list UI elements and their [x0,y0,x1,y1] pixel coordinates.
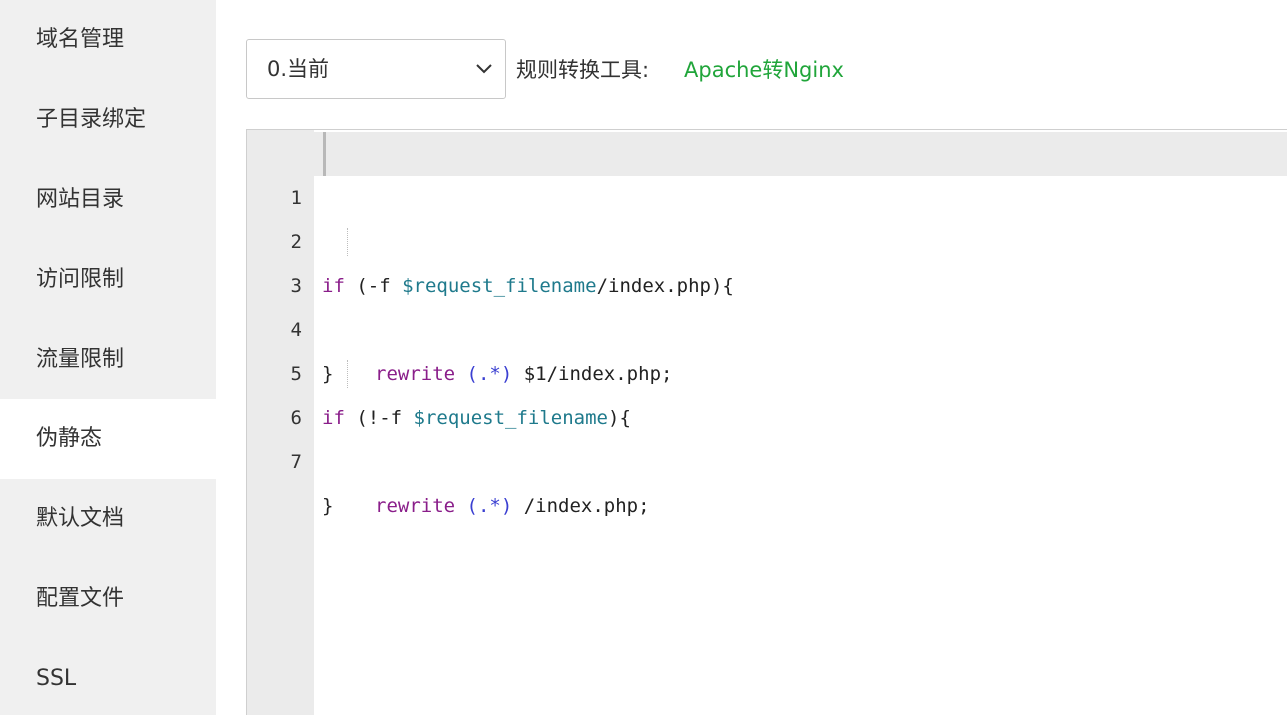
keyword-token: rewrite [375,495,456,517]
sidebar-item-rewrite[interactable]: 伪静态 [0,399,216,479]
regex-token: (.*) [466,495,513,517]
chevron-down-icon [476,64,492,74]
select-value: 0.当前 [267,57,330,81]
sidebar-item-site-directory[interactable]: 网站目录 [0,160,216,240]
indent-guide [347,228,348,256]
code-line: 5 if (!-f $request_filename){ [247,308,1287,429]
sidebar: 域名管理 子目录绑定 网站目录 访问限制 流量限制 伪静态 默认文档 配置文件 … [0,0,216,715]
indent-guide [347,360,348,388]
sidebar-item-default-document[interactable]: 默认文档 [0,479,216,559]
line-number: 7 [290,451,302,473]
sidebar-item-domain-management[interactable]: 域名管理 [0,0,216,80]
sidebar-item-access-restriction[interactable]: 访问限制 [0,240,216,320]
code-line: 7 } [247,396,1287,517]
apache-to-nginx-link[interactable]: Apache转Nginx [684,39,844,101]
code-text: } [322,495,334,517]
sidebar-item-ssl[interactable]: SSL [0,639,216,719]
sidebar-item-subdirectory-binding[interactable]: 子目录绑定 [0,80,216,160]
code-line: 4 } [247,264,1287,385]
code-line: 6 rewrite (.*) /index.php; [247,352,1287,517]
code-line: 3 rewrite (.*) $1/index.php; [247,220,1287,385]
code-line: 2 if (-f $request_filename/index.php){ [247,176,1287,297]
sidebar-item-traffic-limit[interactable]: 流量限制 [0,320,216,400]
sidebar-item-config-file[interactable]: 配置文件 [0,559,216,639]
plain-token: /index.php; [512,495,650,517]
code-text: rewrite (.*) /index.php; [375,484,650,528]
rule-convert-label: 规则转换工具: [516,58,650,82]
code-editor[interactable]: 1 2 if (-f $request_filename/index.php){… [246,129,1287,715]
code-line: 1 [247,132,1287,209]
rewrite-template-select[interactable]: 0.当前 [246,39,506,99]
